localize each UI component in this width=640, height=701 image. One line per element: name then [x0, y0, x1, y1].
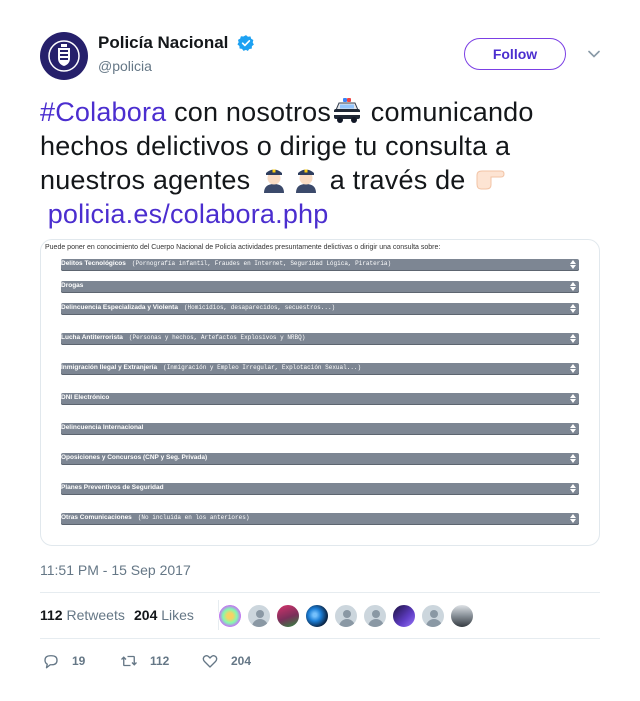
form-select-sublabel: (No incluida en los anteriores) — [137, 514, 250, 521]
chevron-down-icon — [570, 519, 576, 523]
form-select-option: Inmigración Ilegal y Extranjería (Inmigra… — [61, 363, 579, 375]
form-select-label: Otras Comunicaciones — [61, 514, 132, 521]
likes-count: 204 — [134, 607, 158, 623]
chevron-up-icon — [570, 260, 576, 264]
liker-avatar[interactable] — [334, 604, 358, 628]
likes-label: Likes — [161, 607, 194, 623]
chevron-down-icon — [570, 265, 576, 269]
police-officer-icon — [296, 169, 317, 193]
chevron-down-icon — [570, 429, 576, 433]
policia-avatar[interactable] — [40, 32, 88, 80]
display-name[interactable]: Policía Nacional — [98, 33, 228, 53]
chevron-up-icon — [570, 394, 576, 398]
chevron-up-icon — [570, 334, 576, 338]
chevron-up-icon — [570, 454, 576, 458]
form-select-option: DNI Electrónico — [61, 393, 579, 405]
retweet-button[interactable]: 112 — [120, 652, 169, 670]
retweets-count: 112 — [40, 607, 63, 623]
reply-count: 19 — [72, 654, 86, 668]
tweet-timestamp[interactable]: 11:51 PM - 15 Sep 2017 — [40, 562, 191, 578]
police-shield-logo-icon — [48, 40, 80, 72]
form-select-label: Delitos Tecnológicos — [61, 260, 126, 267]
reply-icon — [44, 655, 58, 669]
chevron-down-icon — [570, 309, 576, 313]
like-count: 204 — [231, 654, 252, 668]
form-select-label: Delincuencia Internacional — [61, 424, 144, 431]
form-select-label: Inmigración Ilegal y Extranjería — [61, 364, 158, 371]
verified-badge-icon — [237, 35, 254, 52]
chevron-down-icon — [570, 459, 576, 463]
liker-avatar[interactable] — [305, 604, 329, 628]
chevron-down-icon — [570, 287, 576, 291]
form-select-option: Lucha Antiterrorista (Personas y hechos, … — [61, 333, 579, 345]
form-select-text: Lucha Antiterrorista (Personas y hechos, … — [61, 334, 305, 341]
form-select-text: Delitos Tecnológicos (Pornografía infanti… — [61, 260, 391, 267]
form-select-sublabel: (Personas y hechos, Artefactos Explosivo… — [128, 334, 306, 341]
form-select-option: Planes Preventivos de Seguridad — [61, 483, 579, 495]
form-header-text: Puede poner en conocimiento del Cuerpo N… — [45, 244, 441, 251]
pointing-right-hand-icon — [476, 170, 505, 190]
likes-stat[interactable]: 204 Likes — [134, 607, 194, 623]
chevron-down-icon — [570, 339, 576, 343]
retweets-label: Retweets — [66, 607, 125, 623]
like-button[interactable]: 204 — [201, 652, 251, 670]
chevron-down-icon[interactable] — [588, 50, 600, 58]
chevron-down-icon — [570, 399, 576, 403]
liker-avatar[interactable] — [421, 604, 445, 628]
liker-avatar[interactable] — [218, 604, 242, 628]
retweets-stat[interactable]: 112 Retweets — [40, 607, 125, 623]
heart-icon — [202, 654, 218, 668]
retweet-icon — [121, 655, 137, 667]
form-select-sublabel: (Homicidios, desaparecidos, secuestros..… — [183, 304, 336, 311]
form-select-option: Delincuencia Internacional — [61, 423, 579, 435]
chevron-up-icon — [570, 282, 576, 286]
liker-avatar[interactable] — [276, 604, 300, 628]
chevron-down-icon — [570, 489, 576, 493]
chevron-up-icon — [570, 514, 576, 518]
engagement-stats: 112 Retweets 204 Likes — [40, 600, 600, 630]
liker-avatar[interactable] — [363, 604, 387, 628]
form-select-option: Otras Comunicaciones (No incluida en los … — [61, 513, 579, 525]
liker-avatar[interactable] — [450, 604, 474, 628]
hashtag-link[interactable]: #Colabora — [40, 97, 166, 127]
form-select-label: Drogas — [61, 282, 84, 289]
tweet-image-card[interactable]: Puede poner en conocimiento del Cuerpo N… — [40, 239, 600, 546]
form-select-option: Delincuencia Especializada y Violenta (Ho… — [61, 303, 579, 315]
tweet-text-part: a través de — [322, 165, 474, 195]
reply-button[interactable]: 19 — [42, 652, 85, 670]
form-select-sublabel: (Inmigración y Empleo Irregular, Explota… — [163, 364, 362, 371]
police-car-icon — [334, 98, 361, 123]
form-select-text: Inmigración Ilegal y Extranjería (Inmigra… — [61, 364, 361, 371]
form-select-label: Lucha Antiterrorista — [61, 334, 123, 341]
form-select-label: Delincuencia Especializada y Violenta — [61, 304, 178, 311]
form-select-option: Drogas — [61, 281, 579, 293]
follow-button[interactable]: Follow — [464, 38, 566, 70]
tweet-text-part: con nosotros — [166, 97, 332, 127]
liker-avatar[interactable] — [392, 604, 416, 628]
form-select-text: Otras Comunicaciones (No incluida en los … — [61, 514, 249, 521]
chevron-down-icon — [570, 369, 576, 373]
police-officer-icon — [264, 169, 285, 193]
account-names: Policía Nacional @policia — [98, 33, 255, 74]
form-select-text: Delincuencia Especializada y Violenta (Ho… — [61, 304, 335, 311]
chevron-up-icon — [570, 484, 576, 488]
tweet-text: #Colabora con nosotros comunicando hecho… — [40, 95, 600, 231]
form-select-sublabel: (Pornografía infantil, Fraudes en Intern… — [131, 260, 392, 267]
form-select-label: Oposiciones y Concursos (CNP y Seg. Priv… — [61, 454, 208, 461]
account-handle[interactable]: @policia — [98, 58, 255, 74]
chevron-up-icon — [570, 424, 576, 428]
retweet-count: 112 — [150, 654, 170, 668]
divider — [40, 638, 600, 639]
form-select-option: Delitos Tecnológicos (Pornografía infanti… — [61, 259, 579, 271]
chevron-up-icon — [570, 304, 576, 308]
form-select-label: DNI Electrónico — [61, 394, 110, 401]
chevron-up-icon — [570, 364, 576, 368]
form-select-option: Oposiciones y Concursos (CNP y Seg. Priv… — [61, 453, 579, 465]
tweet-header: Policía Nacional @policia Follow — [40, 30, 602, 82]
divider — [40, 592, 600, 593]
liker-avatar[interactable] — [247, 604, 271, 628]
colabora-link[interactable]: policia.es/colabora.php — [48, 199, 329, 229]
tweet-actions: 19 112 204 — [40, 652, 600, 672]
form-select-label: Planes Preventivos de Seguridad — [61, 484, 164, 491]
